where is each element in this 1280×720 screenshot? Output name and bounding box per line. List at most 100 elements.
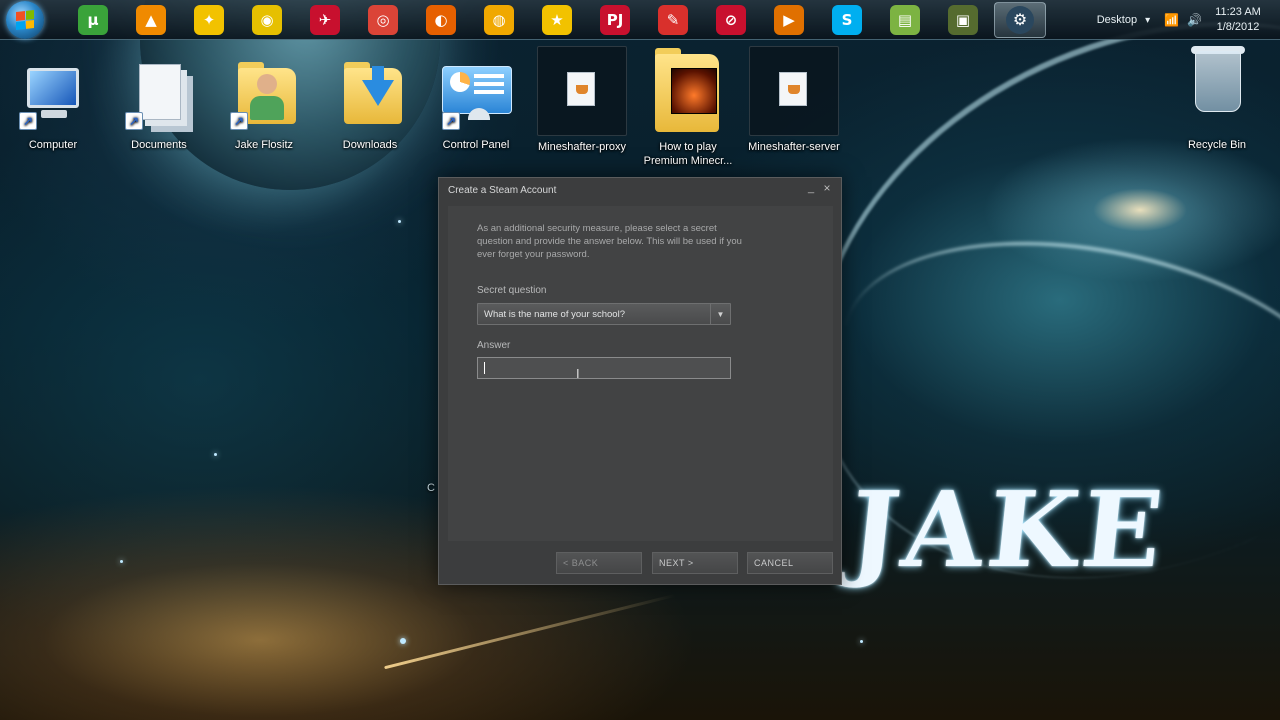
- taskbar-app-button[interactable]: ✎: [644, 1, 702, 39]
- aim-icon: ★: [542, 4, 572, 35]
- wallpaper-star: [214, 453, 217, 456]
- taskbar-app-button[interactable]: ★: [528, 1, 586, 39]
- desktop-icon-computer[interactable]: ↗ Computer: [3, 60, 103, 152]
- desktop-icon-mineshafter-proxy[interactable]: Mineshafter-proxy: [532, 46, 632, 154]
- next-button[interactable]: NEXT >: [652, 552, 738, 574]
- shortcut-arrow-icon: ↗: [125, 112, 143, 130]
- media-player-icon: ▶: [774, 4, 804, 35]
- shortcut-arrow-icon: ↗: [230, 112, 248, 130]
- downloads-folder-icon: [334, 60, 406, 132]
- desktop-icon-label: Computer: [28, 139, 78, 151]
- minimize-button[interactable]: _: [805, 182, 817, 194]
- answer-label: Answer: [477, 340, 511, 351]
- network-signal-icon[interactable]: 📶: [1164, 13, 1179, 27]
- show-hidden-icons-button[interactable]: ▾: [1145, 15, 1150, 26]
- secret-question-value: What is the name of your school?: [484, 309, 625, 320]
- taskbar-app-button[interactable]: PJ: [586, 1, 644, 39]
- desktop-icon-label: Documents: [131, 139, 187, 151]
- taskbar-pinned-apps: µ ▲ ✦ ◉ ✈ ◎ ◐ ◍ ★ PJ ✎ ⊘ ▶ S ▤ ▣: [64, 1, 992, 39]
- dialog-title: Create a Steam Account: [448, 185, 557, 196]
- user-folder-icon: ↗: [228, 60, 300, 132]
- wallpaper-star: [398, 220, 401, 223]
- close-button[interactable]: ×: [821, 181, 833, 195]
- taskbar-app-button[interactable]: ◍: [470, 1, 528, 39]
- steam-icon: ⚙: [1006, 5, 1034, 34]
- taskbar-app-button[interactable]: ▲: [122, 1, 180, 39]
- desktop-toolbar-label[interactable]: Desktop: [1097, 14, 1137, 26]
- control-panel-icon: ↗: [440, 60, 512, 132]
- cancel-button[interactable]: CANCEL: [747, 552, 833, 574]
- taskbar-app-button[interactable]: ▣: [934, 1, 992, 39]
- pencil-app-icon: ✎: [658, 4, 688, 35]
- back-button[interactable]: < BACK: [556, 552, 642, 574]
- dialog-content: As an additional security measure, pleas…: [448, 206, 833, 541]
- desktop-icon-user-folder[interactable]: ↗ Jake Flositz: [214, 60, 314, 152]
- computer-icon: ↗: [17, 60, 89, 132]
- desktop-icon-label: Mineshafter-proxy: [537, 141, 627, 153]
- windows-logo-icon: [16, 9, 34, 30]
- shortcut-arrow-icon: ↗: [442, 112, 460, 130]
- desktop-icon-label: Control Panel: [442, 139, 510, 151]
- no-entry-app-icon: ⊘: [716, 4, 746, 35]
- video-folder-icon: [643, 46, 733, 136]
- firefox-icon: ◐: [426, 4, 456, 35]
- java-file-icon: [749, 46, 839, 136]
- taskbar-app-button[interactable]: ▤: [876, 1, 934, 39]
- disc-app-icon: ◉: [252, 4, 282, 35]
- taskbar-app-button[interactable]: S: [818, 1, 876, 39]
- desktop-icon-documents[interactable]: ↗ Documents: [109, 60, 209, 152]
- webcam-icon: ◍: [484, 4, 514, 35]
- desktop-icon-label: Downloads: [342, 139, 398, 151]
- app-window-icon: ▣: [948, 4, 978, 35]
- security-intro-text: As an additional security measure, pleas…: [477, 223, 742, 260]
- desktop-icon-downloads[interactable]: Downloads: [320, 60, 420, 152]
- system-tray: Desktop ▾ 📶 🔊 11:23 AM 1/8/2012: [1097, 0, 1280, 40]
- start-button[interactable]: [6, 0, 44, 39]
- wallpaper-comet: [384, 593, 676, 670]
- desktop-icon-label: Jake Flositz: [234, 139, 294, 151]
- desktop-icon-minecraft-video[interactable]: How to play Premium Minecr...: [638, 46, 738, 168]
- vlc-icon: ▲: [136, 4, 166, 35]
- clock-time: 11:23 AM: [1215, 6, 1261, 18]
- clock-date: 1/8/2012: [1216, 21, 1260, 33]
- volume-icon[interactable]: 🔊: [1187, 13, 1202, 27]
- create-steam-account-dialog: Create a Steam Account _ × As an additio…: [438, 177, 842, 585]
- taskbar: µ ▲ ✦ ◉ ✈ ◎ ◐ ◍ ★ PJ ✎ ⊘ ▶ S ▤ ▣ ⚙ Desktop ▾ 📶 🔊 11:23 …: [0, 0, 1280, 40]
- taskbar-app-button[interactable]: ◉: [238, 1, 296, 39]
- taskbar-app-button[interactable]: ◎: [354, 1, 412, 39]
- secret-question-label: Secret question: [477, 285, 547, 296]
- chevron-down-icon: ▼: [710, 304, 730, 324]
- taskbar-app-button[interactable]: ▶: [760, 1, 818, 39]
- wallpaper-star: [400, 638, 406, 644]
- taskbar-app-button[interactable]: ⊘: [702, 1, 760, 39]
- desktop-icon-label: Recycle Bin: [1187, 139, 1247, 151]
- answer-input[interactable]: [477, 357, 731, 379]
- taskbar-steam-button[interactable]: ⚙: [994, 1, 1046, 38]
- taskbar-app-button[interactable]: µ: [64, 1, 122, 39]
- desktop-icon-mineshafter-server[interactable]: Mineshafter-server: [744, 46, 844, 154]
- puzzle-app-icon: ✦: [194, 4, 224, 35]
- note-app-icon: ▤: [890, 4, 920, 35]
- red-app-icon: ✈: [310, 4, 340, 35]
- desktop-icon-recycle-bin[interactable]: Recycle Bin: [1167, 46, 1267, 152]
- documents-icon: ↗: [123, 60, 195, 132]
- recycle-bin-icon: [1181, 46, 1253, 132]
- wallpaper-star: [120, 560, 123, 563]
- secret-question-dropdown[interactable]: What is the name of your school? ▼: [477, 303, 731, 325]
- hidden-icon-label: C: [427, 482, 435, 494]
- taskbar-app-button[interactable]: ◐: [412, 1, 470, 39]
- chrome-icon: ◎: [368, 4, 398, 35]
- shortcut-arrow-icon: ↗: [19, 112, 37, 130]
- skype-icon: S: [832, 4, 862, 35]
- desktop-icon-label: How to play Premium Minecr...: [643, 141, 733, 167]
- utorrent-icon: µ: [78, 4, 108, 35]
- desktop-icon-control-panel[interactable]: ↗ Control Panel: [426, 60, 526, 152]
- ibeam-cursor-icon: I: [576, 366, 580, 381]
- java-file-icon: [537, 46, 627, 136]
- text-caret: [484, 362, 485, 374]
- desktop-icon-label: Mineshafter-server: [748, 141, 840, 153]
- wallpaper-star: [860, 640, 863, 643]
- taskbar-clock[interactable]: 11:23 AM 1/8/2012: [1210, 5, 1266, 35]
- taskbar-app-button[interactable]: ✈: [296, 1, 354, 39]
- taskbar-app-button[interactable]: ✦: [180, 1, 238, 39]
